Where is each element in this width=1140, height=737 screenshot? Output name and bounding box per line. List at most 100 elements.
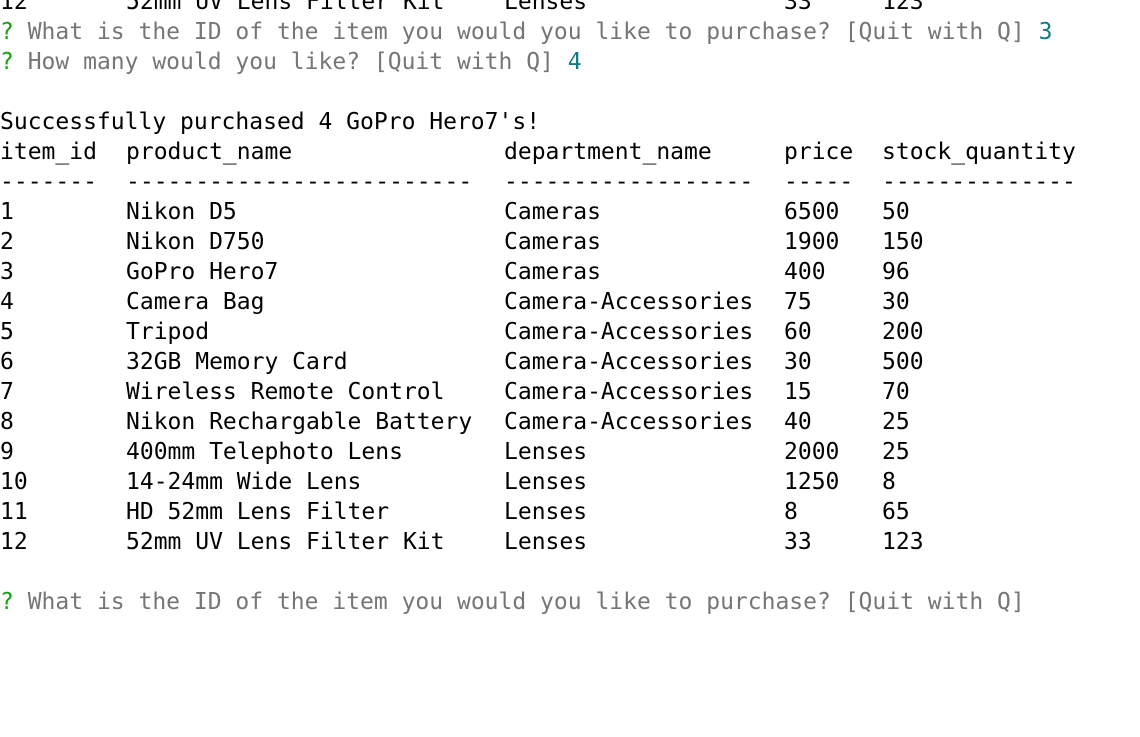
prompt-question: What is the ID of the item you would you… <box>13 589 1025 615</box>
cell-department-name: Lenses <box>504 529 588 555</box>
cell-product-name: Camera Bag <box>126 289 265 315</box>
table-row: 4 Camera Bag Camera-Accessories 75 30 <box>0 287 1140 317</box>
cell-item-id: 2 <box>0 229 14 255</box>
success-message: Successfully purchased 4 GoPro Hero7's! <box>0 109 541 135</box>
cell-product-name: Nikon D750 <box>126 229 265 255</box>
cell-product-name: Tripod <box>126 319 210 345</box>
prompt-question: What is the ID of the item you would you… <box>13 19 1025 45</box>
table-row: 11 HD 52mm Lens Filter Lenses 8 65 <box>0 497 1140 527</box>
cell-item-id: 8 <box>0 409 14 435</box>
prompt-quantity: ? How many would you like? [Quit with Q]… <box>0 47 1140 77</box>
cell-stock-quantity: 123 <box>882 0 924 15</box>
cell-product-name: Nikon D5 <box>126 199 237 225</box>
cell-price: 400 <box>784 259 826 285</box>
cell-price: 75 <box>784 289 812 315</box>
cell-stock-quantity: 8 <box>882 469 896 495</box>
cell-product-name: 400mm Telephoto Lens <box>126 439 403 465</box>
cell-item-id: 10 <box>0 469 28 495</box>
cell-product-name: 52mm UV Lens Filter Kit <box>126 0 445 15</box>
cell-department-name: Camera-Accessories <box>504 289 754 315</box>
cell-department-name: Camera-Accessories <box>504 379 754 405</box>
cell-product-name: 32GB Memory Card <box>126 349 348 375</box>
header-department-name: department_name <box>504 139 712 165</box>
cell-department-name: Camera-Accessories <box>504 319 754 345</box>
cell-product-name: 52mm UV Lens Filter Kit <box>126 529 445 555</box>
table-row: 10 14-24mm Wide Lens Lenses 1250 8 <box>0 467 1140 497</box>
cell-department-name: Lenses <box>504 439 588 465</box>
table-row: 1 Nikon D5 Cameras 6500 50 <box>0 197 1140 227</box>
cell-product-name: HD 52mm Lens Filter <box>126 499 390 525</box>
cell-item-id: 9 <box>0 439 14 465</box>
cell-item-id: 1 <box>0 199 14 225</box>
cell-stock-quantity: 25 <box>882 409 910 435</box>
cell-department-name: Lenses <box>504 499 588 525</box>
prompt-mark: ? <box>0 19 14 45</box>
cell-product-name: Nikon Rechargable Battery <box>126 409 473 435</box>
cell-stock-quantity: 30 <box>882 289 910 315</box>
cell-department-name: Lenses <box>504 0 588 15</box>
prompt-mark: ? <box>0 589 14 615</box>
separator: ------- <box>0 169 97 195</box>
header-price: price <box>784 139 854 165</box>
cell-item-id: 6 <box>0 349 14 375</box>
cell-price: 8 <box>784 499 798 525</box>
cell-item-id: 5 <box>0 319 14 345</box>
cell-item-id: 12 <box>0 0 28 15</box>
table-row: 6 32GB Memory Card Camera-Accessories 30… <box>0 347 1140 377</box>
table-row: 2 Nikon D750 Cameras 1900 150 <box>0 227 1140 257</box>
final-prompt[interactable]: ? What is the ID of the item you would y… <box>0 587 1140 617</box>
cell-product-name: GoPro Hero7 <box>126 259 279 285</box>
table-row: 8 Nikon Rechargable Battery Camera-Acces… <box>0 407 1140 437</box>
cell-price: 40 <box>784 409 812 435</box>
cell-department-name: Cameras <box>504 199 601 225</box>
prompt-item-id: ? What is the ID of the item you would y… <box>0 17 1140 47</box>
cell-department-name: Camera-Accessories <box>504 409 754 435</box>
cell-stock-quantity: 65 <box>882 499 910 525</box>
cell-stock-quantity: 150 <box>882 229 924 255</box>
table-separator-row: ------- ------------------------- ------… <box>0 167 1140 197</box>
cell-item-id: 11 <box>0 499 28 525</box>
cell-price: 15 <box>784 379 812 405</box>
table-row: 12 52mm UV Lens Filter Kit Lenses 33 123 <box>0 527 1140 557</box>
header-item-id: item_id <box>0 139 97 165</box>
cell-product-name: 14-24mm Wide Lens <box>126 469 362 495</box>
cell-item-id: 3 <box>0 259 14 285</box>
cell-stock-quantity: 96 <box>882 259 910 285</box>
cell-price: 33 <box>784 529 812 555</box>
cell-stock-quantity: 123 <box>882 529 924 555</box>
cell-stock-quantity: 200 <box>882 319 924 345</box>
cell-item-id: 7 <box>0 379 14 405</box>
separator: -------------- <box>882 169 1076 195</box>
cell-price: 33 <box>784 0 812 15</box>
clipped-table-row: 12 52mm UV Lens Filter Kit Lenses 33 123 <box>0 0 1140 17</box>
cell-stock-quantity: 500 <box>882 349 924 375</box>
cell-price: 1900 <box>784 229 840 255</box>
header-stock-quantity: stock_quantity <box>882 139 1076 165</box>
cell-product-name: Wireless Remote Control <box>126 379 445 405</box>
cell-price: 2000 <box>784 439 840 465</box>
cell-department-name: Cameras <box>504 259 601 285</box>
cell-department-name: Cameras <box>504 229 601 255</box>
prompt-question: How many would you like? [Quit with Q] <box>13 49 554 75</box>
table-row: 5 Tripod Camera-Accessories 60 200 <box>0 317 1140 347</box>
cell-item-id: 12 <box>0 529 28 555</box>
cell-stock-quantity: 25 <box>882 439 910 465</box>
cell-price: 6500 <box>784 199 840 225</box>
cell-stock-quantity: 70 <box>882 379 910 405</box>
cell-price: 60 <box>784 319 812 345</box>
cell-price: 1250 <box>784 469 840 495</box>
separator: ----- <box>784 169 854 195</box>
header-product-name: product_name <box>126 139 293 165</box>
cell-department-name: Lenses <box>504 469 588 495</box>
separator: ------------------------- <box>126 169 473 195</box>
separator: ------------------ <box>504 169 754 195</box>
cell-item-id: 4 <box>0 289 14 315</box>
terminal-output: 12 52mm UV Lens Filter Kit Lenses 33 123… <box>0 0 1140 668</box>
table-header-row: item_id product_name department_name pri… <box>0 137 1140 167</box>
prompt-answer: 4 <box>567 49 582 75</box>
cell-department-name: Camera-Accessories <box>504 349 754 375</box>
table-row: 3 GoPro Hero7 Cameras 400 96 <box>0 257 1140 287</box>
table-row: 9 400mm Telephoto Lens Lenses 2000 25 <box>0 437 1140 467</box>
